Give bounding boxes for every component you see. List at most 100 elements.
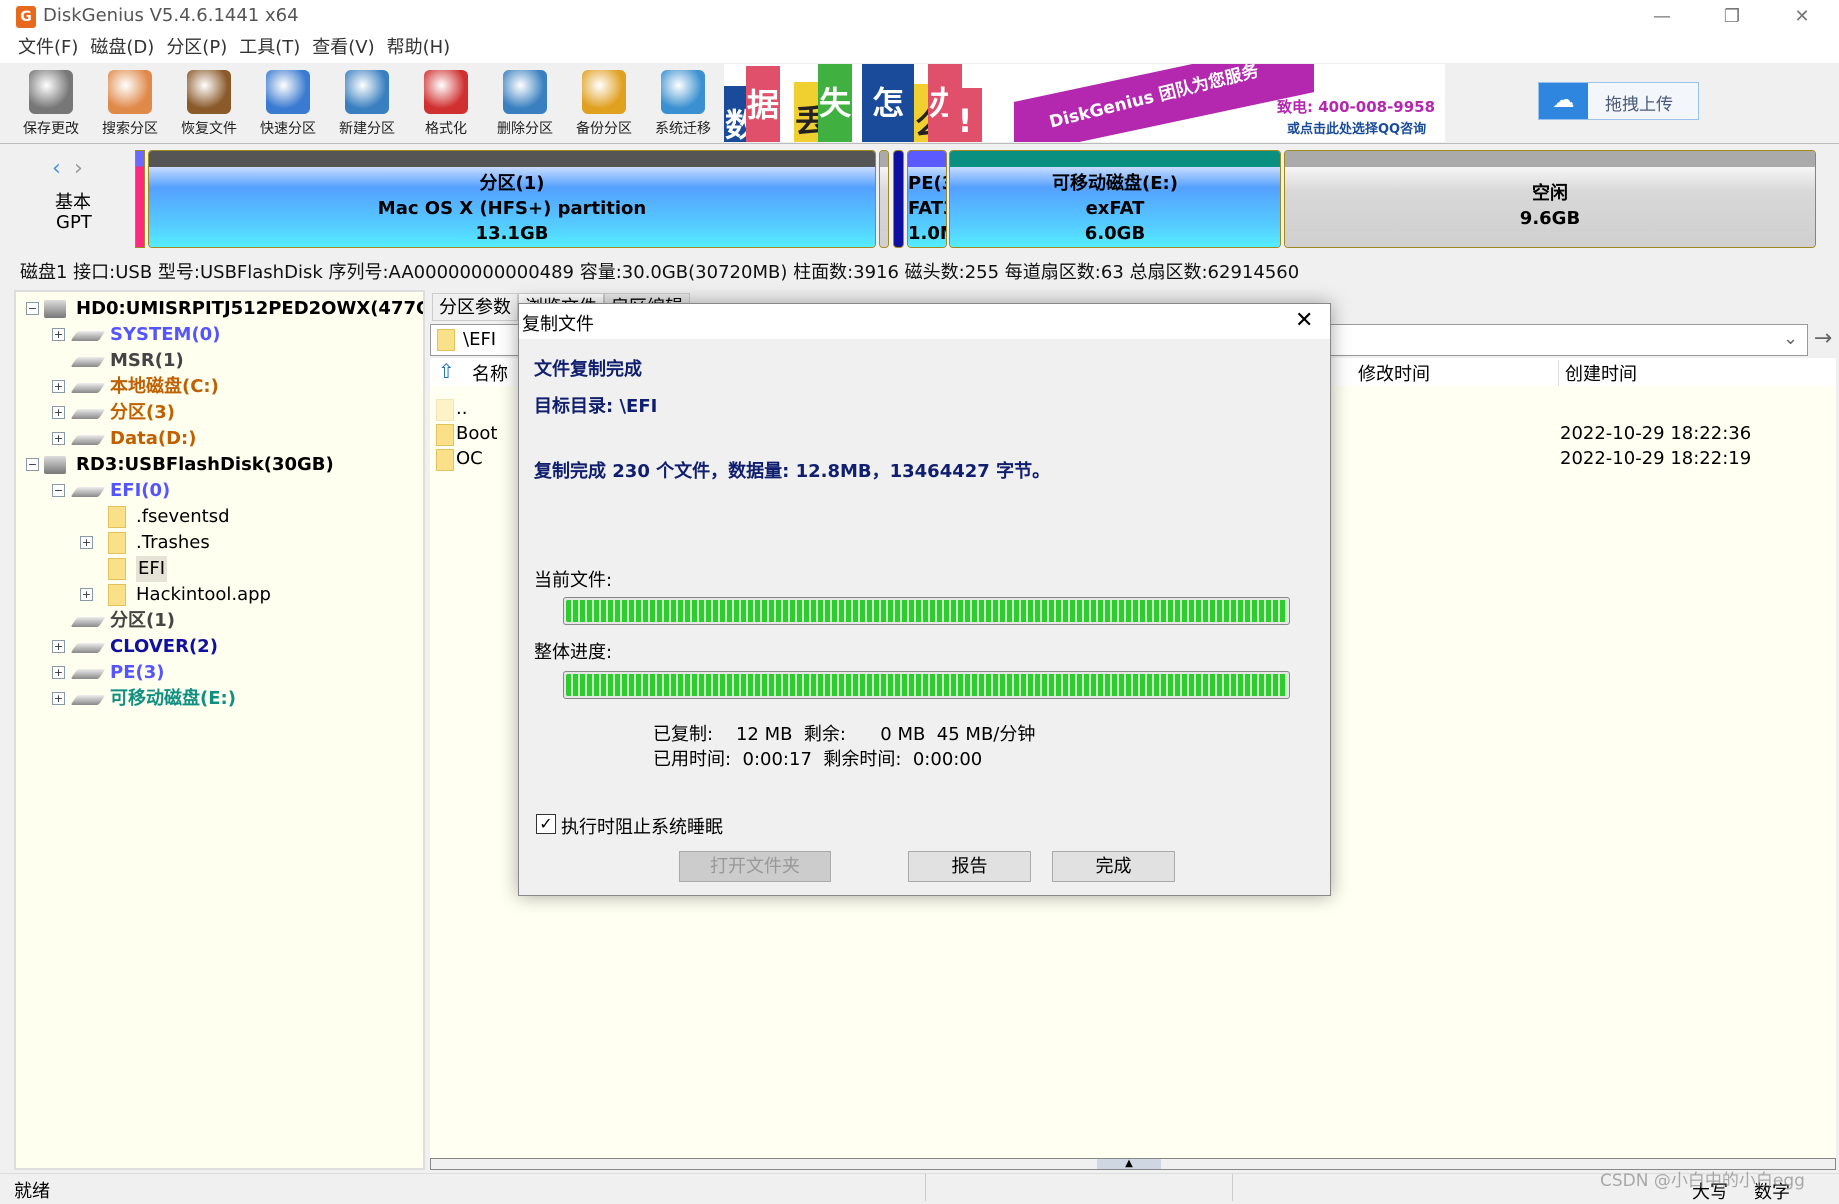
- close-window-button[interactable]: ✕: [1772, 2, 1832, 32]
- toolbar-button[interactable]: 系统迁移: [644, 68, 722, 142]
- toolbar-label: 备份分区: [576, 121, 632, 137]
- title-bar: G DiskGenius V5.4.6.1441 x64 — ❐ ✕: [0, 0, 1839, 33]
- save-icon: [29, 70, 73, 114]
- expand-icon[interactable]: +: [52, 666, 65, 679]
- tree-item[interactable]: + 可移动磁盘(E:): [16, 686, 423, 712]
- toolbar-button[interactable]: 恢复文件: [170, 68, 248, 142]
- tree-item[interactable]: − HD0:UMISRPITJ512PED2OWX(477GB): [16, 296, 423, 322]
- scroll-up-arrow-icon[interactable]: ▲: [1097, 1159, 1161, 1169]
- expand-icon[interactable]: +: [80, 536, 93, 549]
- report-button[interactable]: 报告: [908, 851, 1031, 882]
- toolbar-label: 恢复文件: [181, 121, 237, 137]
- tree-item[interactable]: .fseventsd: [16, 504, 423, 530]
- menu-item[interactable]: 分区(P): [160, 33, 233, 63]
- tree-item[interactable]: 分区(1): [16, 608, 423, 634]
- col-created[interactable]: 创建时间: [1558, 360, 1637, 386]
- menu-item[interactable]: 文件(F): [12, 33, 84, 63]
- tree-item[interactable]: + 本地磁盘(C:): [16, 374, 423, 400]
- drive-icon: [70, 435, 106, 445]
- menu-item[interactable]: 工具(T): [233, 33, 306, 63]
- tab-partition-params[interactable]: 分区参数: [432, 293, 518, 321]
- go-arrow-icon[interactable]: →: [1810, 324, 1836, 356]
- monitor-icon: [661, 70, 705, 114]
- toolbar-button[interactable]: 备份分区: [565, 68, 643, 142]
- banner-char: 怎: [862, 64, 914, 142]
- disc-icon: [266, 70, 310, 114]
- ad-banner[interactable]: 数据丢失怎么办! DiskGenius 团队为您服务 致电: 400-008-9…: [724, 64, 1445, 142]
- overall-progress-label: 整体进度:: [534, 642, 613, 663]
- window-title: DiskGenius V5.4.6.1441 x64: [43, 5, 299, 26]
- expand-icon[interactable]: +: [52, 406, 65, 419]
- time-stats: 已用时间: 0:00:17 剩余时间: 0:00:00: [653, 749, 983, 770]
- minimize-button[interactable]: —: [1632, 2, 1692, 32]
- restore-button[interactable]: ❐: [1702, 2, 1762, 32]
- toolbar-button[interactable]: 保存更改: [12, 68, 90, 142]
- disk-style-label: GPT: [56, 212, 92, 233]
- toolbar-button[interactable]: 格式化: [407, 68, 485, 142]
- target-directory: 目标目录: \EFI: [534, 396, 658, 417]
- chevron-down-icon[interactable]: ⌄: [1783, 328, 1798, 349]
- collapse-icon[interactable]: −: [52, 484, 65, 497]
- next-disk-arrow-icon[interactable]: ›: [74, 156, 83, 181]
- drive-icon: [70, 617, 106, 627]
- tree-item[interactable]: − EFI(0): [16, 478, 423, 504]
- toolbar-button[interactable]: 新建分区: [328, 68, 406, 142]
- col-name[interactable]: 名称: [472, 360, 508, 386]
- expand-icon[interactable]: +: [52, 328, 65, 341]
- partition-clover-block[interactable]: [893, 150, 904, 248]
- dialog-title: 复制文件: [522, 314, 594, 335]
- prevent-sleep-label[interactable]: 执行时阻止系统睡眠: [561, 813, 723, 839]
- tree-item[interactable]: + SYSTEM(0): [16, 322, 423, 348]
- tree-item[interactable]: − RD3:USBFlashDisk(30GB): [16, 452, 423, 478]
- expand-icon[interactable]: +: [52, 380, 65, 393]
- collapse-icon[interactable]: −: [26, 458, 39, 471]
- file-created: 2022-10-29 18:22:19: [1560, 448, 1752, 469]
- folder-icon: [108, 532, 126, 554]
- prevent-sleep-checkbox[interactable]: ✓: [536, 814, 556, 834]
- tree-item[interactable]: EFI: [16, 556, 423, 582]
- free-label: 空闲: [1532, 183, 1568, 204]
- toolbar-label: 搜索分区: [102, 121, 158, 137]
- app-logo-icon: G: [16, 6, 36, 28]
- drive-icon: [70, 487, 106, 497]
- toolbar-button[interactable]: 删除分区: [486, 68, 564, 142]
- tree-item[interactable]: + CLOVER(2): [16, 634, 423, 660]
- expand-icon[interactable]: +: [52, 692, 65, 705]
- partition-pe-block[interactable]: PE(3) FAT32 1.0M: [907, 150, 947, 248]
- free-space-block[interactable]: 空闲 9.6GB: [1284, 150, 1816, 248]
- up-arrow-icon[interactable]: ⇧: [438, 359, 455, 383]
- done-button[interactable]: 完成: [1052, 851, 1175, 882]
- folder-icon: [436, 449, 454, 471]
- banner-qq[interactable]: 或点击此处选择QQ咨询: [1287, 118, 1426, 137]
- drag-upload-button[interactable]: ☁ 拖拽上传: [1538, 82, 1699, 120]
- toolbar-button[interactable]: 快速分区: [249, 68, 327, 142]
- banner-char: !: [948, 88, 982, 142]
- partition-e-block[interactable]: 可移动磁盘(E:) exFAT 6.0GB: [949, 150, 1281, 248]
- expand-icon[interactable]: +: [52, 432, 65, 445]
- folder-icon: [108, 506, 126, 528]
- menu-item[interactable]: 帮助(H): [381, 33, 457, 63]
- open-folder-button[interactable]: 打开文件夹: [679, 851, 831, 882]
- partition-1-block[interactable]: 分区(1) Mac OS X (HFS+) partition 13.1GB: [148, 150, 876, 248]
- partition-efi-block[interactable]: [135, 150, 145, 248]
- expand-icon[interactable]: +: [52, 640, 65, 653]
- tree-label: .Trashes: [136, 532, 210, 553]
- tree-item[interactable]: MSR(1): [16, 348, 423, 374]
- toolbar-button[interactable]: 搜索分区: [91, 68, 169, 142]
- color-wheel-icon: [582, 70, 626, 114]
- dialog-close-icon[interactable]: ✕: [1295, 308, 1313, 333]
- path-value: \EFI: [463, 329, 497, 350]
- partition-small-block[interactable]: [879, 150, 889, 248]
- menu-item[interactable]: 磁盘(D): [84, 33, 160, 63]
- expand-icon[interactable]: +: [80, 588, 93, 601]
- tree-item[interactable]: + Hackintool.app: [16, 582, 423, 608]
- folder-icon: [436, 424, 454, 446]
- collapse-icon[interactable]: −: [26, 302, 39, 315]
- tree-item[interactable]: + PE(3): [16, 660, 423, 686]
- tree-item[interactable]: + 分区(3): [16, 400, 423, 426]
- tree-item[interactable]: + Data(D:): [16, 426, 423, 452]
- menu-item[interactable]: 查看(V): [306, 33, 380, 63]
- prev-disk-arrow-icon[interactable]: ‹: [52, 156, 61, 181]
- partition-size: 1.0M: [908, 223, 946, 244]
- tree-item[interactable]: + .Trashes: [16, 530, 423, 556]
